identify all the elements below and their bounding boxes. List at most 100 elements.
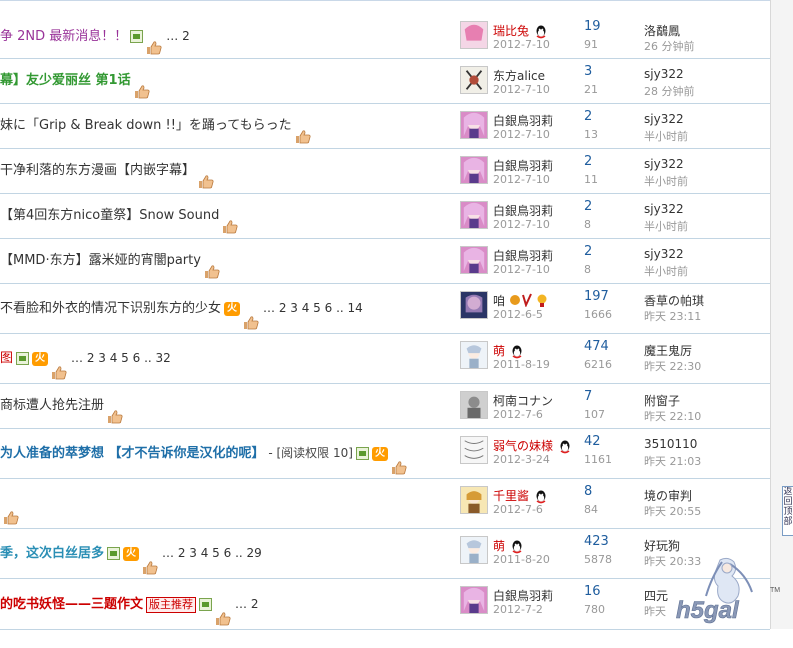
post-date: 2012-7-10 bbox=[493, 128, 550, 141]
last-post-time[interactable]: 昨天 23:11 bbox=[644, 308, 701, 324]
post-date: 2012-7-10 bbox=[493, 173, 550, 186]
author-name[interactable]: 弱气の妹様 bbox=[493, 437, 571, 454]
last-poster[interactable]: sjy322 bbox=[644, 202, 684, 216]
thumb-up-icon bbox=[51, 352, 67, 379]
author-avatar[interactable] bbox=[460, 436, 488, 464]
thread-title-link[interactable]: 干净利落的东方漫画【内嵌字幕】 bbox=[0, 163, 195, 178]
author-name[interactable]: 东方alice bbox=[493, 67, 545, 84]
last-post-time[interactable]: 昨天 bbox=[644, 603, 666, 619]
reply-count[interactable]: 42 bbox=[584, 434, 601, 449]
author-name[interactable]: 白銀鳥羽莉 bbox=[493, 202, 553, 219]
thread-title-cell: 妹に「Grip & Break down !!」を踊ってもらった bbox=[0, 104, 311, 148]
reply-count[interactable]: 197 bbox=[584, 289, 609, 304]
thread-pages[interactable]: … 2 3 4 5 6 .. 14 bbox=[263, 301, 363, 315]
reply-count[interactable]: 2 bbox=[584, 199, 592, 214]
thread-title-link[interactable]: 争 2ND 最新消息！！ bbox=[0, 29, 127, 44]
qq-penguin-icon[interactable] bbox=[535, 490, 547, 504]
last-poster[interactable]: sjy322 bbox=[644, 67, 684, 81]
author-name-text: 千里酱 bbox=[493, 489, 530, 503]
view-count: 11 bbox=[584, 173, 598, 186]
thread-title-link[interactable]: 的吃书妖怪——三题作文 bbox=[0, 597, 143, 612]
author-name[interactable]: 萌 bbox=[493, 342, 523, 359]
last-post-time[interactable]: 26 分钟前 bbox=[644, 38, 695, 54]
reply-count[interactable]: 474 bbox=[584, 339, 609, 354]
author-name[interactable]: 瑞比兔 bbox=[493, 22, 547, 39]
author-avatar[interactable] bbox=[460, 246, 488, 274]
last-post-time[interactable]: 昨天 22:30 bbox=[644, 358, 701, 374]
author-avatar[interactable] bbox=[460, 201, 488, 229]
reply-count[interactable]: 7 bbox=[584, 389, 592, 404]
reply-count[interactable]: 2 bbox=[584, 154, 592, 169]
author-avatar[interactable] bbox=[460, 391, 488, 419]
last-post-time[interactable]: 昨天 21:03 bbox=[644, 453, 701, 469]
qq-penguin-icon[interactable] bbox=[559, 440, 571, 454]
qq-penguin-icon[interactable] bbox=[511, 345, 523, 359]
reply-count[interactable]: 19 bbox=[584, 19, 601, 34]
author-avatar[interactable] bbox=[460, 486, 488, 514]
author-name[interactable]: 白銀鳥羽莉 bbox=[493, 112, 553, 129]
thread-title-link[interactable]: 图 bbox=[0, 351, 13, 366]
thread-pages[interactable]: … 2 bbox=[235, 597, 258, 611]
last-poster[interactable]: 3510110 bbox=[644, 437, 697, 451]
thread-title-link[interactable]: 不看脸和外衣的情况下识别东方的少女 bbox=[0, 301, 221, 316]
post-date: 2012-7-2 bbox=[493, 603, 543, 616]
thread-pages[interactable]: … 2 bbox=[166, 29, 189, 43]
last-post-time[interactable]: 昨天 20:55 bbox=[644, 503, 701, 519]
last-post-time[interactable]: 半小时前 bbox=[644, 218, 688, 234]
last-post-time[interactable]: 半小时前 bbox=[644, 128, 688, 144]
qq-penguin-icon[interactable] bbox=[535, 25, 547, 39]
last-poster[interactable]: 附窗子 bbox=[644, 392, 680, 409]
last-poster[interactable]: 好玩狗 bbox=[644, 537, 680, 554]
author-name-text: 白銀鳥羽莉 bbox=[493, 249, 554, 263]
last-post-time[interactable]: 昨天 22:10 bbox=[644, 408, 701, 424]
last-poster[interactable]: 香草の帕琪 bbox=[644, 292, 704, 309]
thread-pages[interactable]: … 2 3 4 5 6 .. 29 bbox=[162, 546, 262, 560]
author-avatar[interactable] bbox=[460, 291, 488, 319]
thread-title-link[interactable]: 【MMD·东方】露米娅的宵闇party bbox=[0, 253, 201, 268]
back-to-top-tab[interactable]: 返回顶部 bbox=[782, 486, 793, 536]
thread-title-cell: 的吃书妖怪——三题作文 版主推荐 … 2 bbox=[0, 579, 258, 629]
hot-badge-icon: 火 bbox=[371, 446, 388, 461]
author-avatar[interactable] bbox=[460, 341, 488, 369]
thread-title-link[interactable]: 为人准备的萃梦想 【才不告诉你是汉化的呢】 bbox=[0, 446, 265, 461]
thread-title-link[interactable]: 商标遭人抢先注册 bbox=[0, 398, 104, 413]
thread-title-cell: 干净利落的东方漫画【内嵌字幕】 bbox=[0, 149, 214, 193]
thread-pages[interactable]: … 2 3 4 5 6 .. 32 bbox=[71, 351, 171, 365]
last-post-time[interactable]: 28 分钟前 bbox=[644, 83, 695, 99]
reply-count[interactable]: 2 bbox=[584, 109, 592, 124]
author-avatar[interactable] bbox=[460, 536, 488, 564]
reply-count[interactable]: 423 bbox=[584, 534, 609, 549]
last-post-time[interactable]: 半小时前 bbox=[644, 263, 688, 279]
thumb-up-icon bbox=[243, 302, 259, 329]
author-avatar[interactable] bbox=[460, 111, 488, 139]
author-avatar[interactable] bbox=[460, 21, 488, 49]
author-name[interactable]: 白銀鳥羽莉 bbox=[493, 247, 553, 264]
last-poster[interactable]: 魔王鬼厉 bbox=[644, 342, 692, 359]
author-name[interactable]: 柯南コナン bbox=[493, 392, 553, 409]
author-avatar[interactable] bbox=[460, 66, 488, 94]
qq-penguin-icon[interactable] bbox=[511, 540, 523, 554]
thread-title-link[interactable]: 【第4回东方nico童祭】Snow Sound bbox=[0, 208, 219, 223]
last-poster[interactable]: 洛鷸鳳 bbox=[644, 22, 680, 39]
reply-count[interactable]: 8 bbox=[584, 484, 592, 499]
thread-title-link[interactable]: 季，这次白丝居多 bbox=[0, 546, 104, 561]
last-poster[interactable]: sjy322 bbox=[644, 157, 684, 171]
author-avatar[interactable] bbox=[460, 156, 488, 184]
last-poster[interactable]: sjy322 bbox=[644, 112, 684, 126]
last-poster[interactable]: 境の审判 bbox=[644, 487, 692, 504]
reply-count[interactable]: 16 bbox=[584, 584, 601, 599]
author-name[interactable]: 白銀鳥羽莉 bbox=[493, 587, 553, 604]
last-poster[interactable]: 四元 bbox=[644, 587, 668, 604]
author-avatar[interactable] bbox=[460, 586, 488, 614]
reply-count[interactable]: 2 bbox=[584, 244, 592, 259]
author-name[interactable]: 千里酱 bbox=[493, 487, 547, 504]
thread-title-cell: 【MMD·东方】露米娅的宵闇party bbox=[0, 239, 220, 283]
last-poster[interactable]: sjy322 bbox=[644, 247, 684, 261]
last-post-time[interactable]: 半小时前 bbox=[644, 173, 688, 189]
reply-count[interactable]: 3 bbox=[584, 64, 592, 79]
thread-title-link[interactable]: 幕】友少爱丽丝 第1话 bbox=[0, 73, 131, 88]
view-count: 5878 bbox=[584, 553, 612, 566]
author-name[interactable]: 萌 bbox=[493, 537, 523, 554]
author-name[interactable]: 白銀鳥羽莉 bbox=[493, 157, 553, 174]
thread-title-link[interactable]: 妹に「Grip & Break down !!」を踊ってもらった bbox=[0, 118, 292, 133]
